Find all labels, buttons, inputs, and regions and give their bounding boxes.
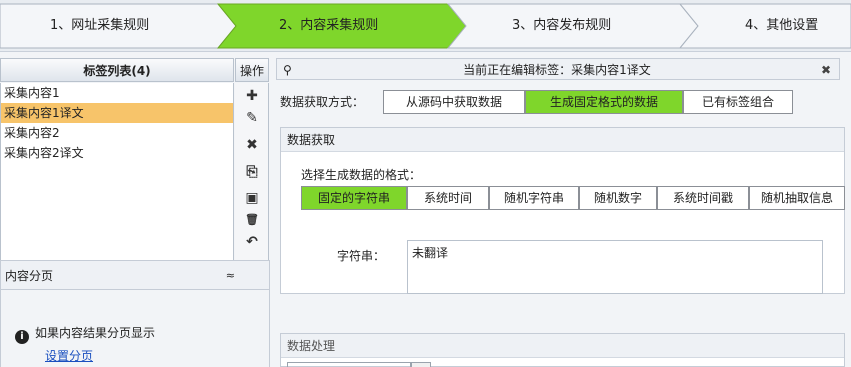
step-4-label[interactable]: 4、其他设置 — [745, 16, 818, 36]
string-value-input[interactable]: 未翻译 — [407, 240, 823, 294]
data-process-title: 数据处理 — [281, 334, 844, 358]
tag-list-header: 标签列表(4) — [0, 58, 234, 82]
data-fetch-section: 数据获取 选择生成数据的格式： 固定的字符串 系统时间 随机字符串 随机数字 系… — [280, 127, 845, 294]
format-tab-timestamp[interactable]: 系统时间戳 — [657, 186, 749, 210]
mode-from-source-button[interactable]: 从源码中获取数据 — [383, 90, 525, 114]
tag-list-item-selected[interactable]: 采集内容1译文 — [1, 103, 233, 123]
mode-label: 数据获取方式： — [280, 95, 365, 109]
paste-icon[interactable]: ▣ — [243, 189, 261, 207]
editing-header: ⚲ 当前正在编辑标签：采集内容1译文 ✖ — [276, 58, 840, 80]
tag-list-item[interactable]: 采集内容2 — [1, 123, 233, 143]
editing-title: 当前正在编辑标签：采集内容1译文 — [463, 63, 651, 77]
page-section-body: i 如果内容结果分页显示 设置分页 — [0, 290, 270, 367]
data-fetch-title: 数据获取 — [281, 128, 844, 152]
format-tab-system-time[interactable]: 系统时间 — [407, 186, 489, 210]
app-window: 1、网址采集规则 2、内容采集规则 3、内容发布规则 4、其他设置 标签列表(4… — [0, 0, 851, 367]
mode-combine-tags-button[interactable]: 已有标签组合 — [683, 90, 793, 114]
step-2-label[interactable]: 2、内容采集规则 — [279, 16, 378, 36]
left-panel: 标签列表(4) 操作 采集内容1 采集内容1译文 采集内容2 采集内容2译文 ✚… — [0, 58, 272, 367]
copy-icon[interactable]: ⎘ — [243, 163, 261, 181]
wizard-steps: 1、网址采集规则 2、内容采集规则 3、内容发布规则 4、其他设置 — [0, 0, 851, 52]
tag-list-item[interactable]: 采集内容2译文 — [1, 143, 233, 163]
page-info-text: 如果内容结果分页显示 — [35, 326, 156, 340]
step-3-label[interactable]: 3、内容发布规则 — [512, 16, 611, 36]
data-process-section: 数据处理 — [280, 333, 845, 367]
info-icon: i — [15, 330, 29, 344]
format-tab-fixed-string[interactable]: 固定的字符串 — [301, 186, 407, 210]
page-info-row: i 如果内容结果分页显示 — [15, 324, 155, 344]
format-tab-random-number[interactable]: 随机数字 — [579, 186, 657, 210]
edit-icon[interactable]: ✎ — [243, 109, 261, 127]
format-label: 选择生成数据的格式： — [301, 168, 422, 182]
page-section-title: 内容分页 — [5, 269, 54, 283]
format-tab-random-pick[interactable]: 随机抽取信息 — [749, 186, 845, 210]
delete-icon[interactable]: ✖ — [243, 136, 261, 154]
string-label: 字符串： — [337, 249, 386, 263]
add-icon[interactable]: ✚ — [243, 87, 261, 105]
tag-list-item[interactable]: 采集内容1 — [1, 83, 233, 103]
format-tab-random-string[interactable]: 随机字符串 — [489, 186, 579, 210]
page-section-header[interactable]: 内容分页 ≈ — [0, 260, 270, 290]
trash-icon[interactable]: 🗑 — [243, 211, 261, 229]
close-icon[interactable]: ✖ — [821, 59, 831, 81]
collapse-icon[interactable]: ≈ — [226, 261, 235, 291]
ops-header: 操作 — [235, 58, 269, 82]
right-panel: ⚲ 当前正在编辑标签：采集内容1译文 ✖ 数据获取方式： 从源码中获取数据 生成… — [276, 58, 851, 367]
set-page-link[interactable]: 设置分页 — [45, 347, 93, 364]
undo-icon[interactable]: ↶ — [243, 233, 261, 251]
step-1-label[interactable]: 1、网址采集规则 — [50, 16, 149, 36]
process-dropdown-button[interactable] — [411, 362, 431, 367]
mode-fixed-format-button[interactable]: 生成固定格式的数据 — [525, 90, 683, 114]
process-select[interactable] — [287, 362, 411, 367]
